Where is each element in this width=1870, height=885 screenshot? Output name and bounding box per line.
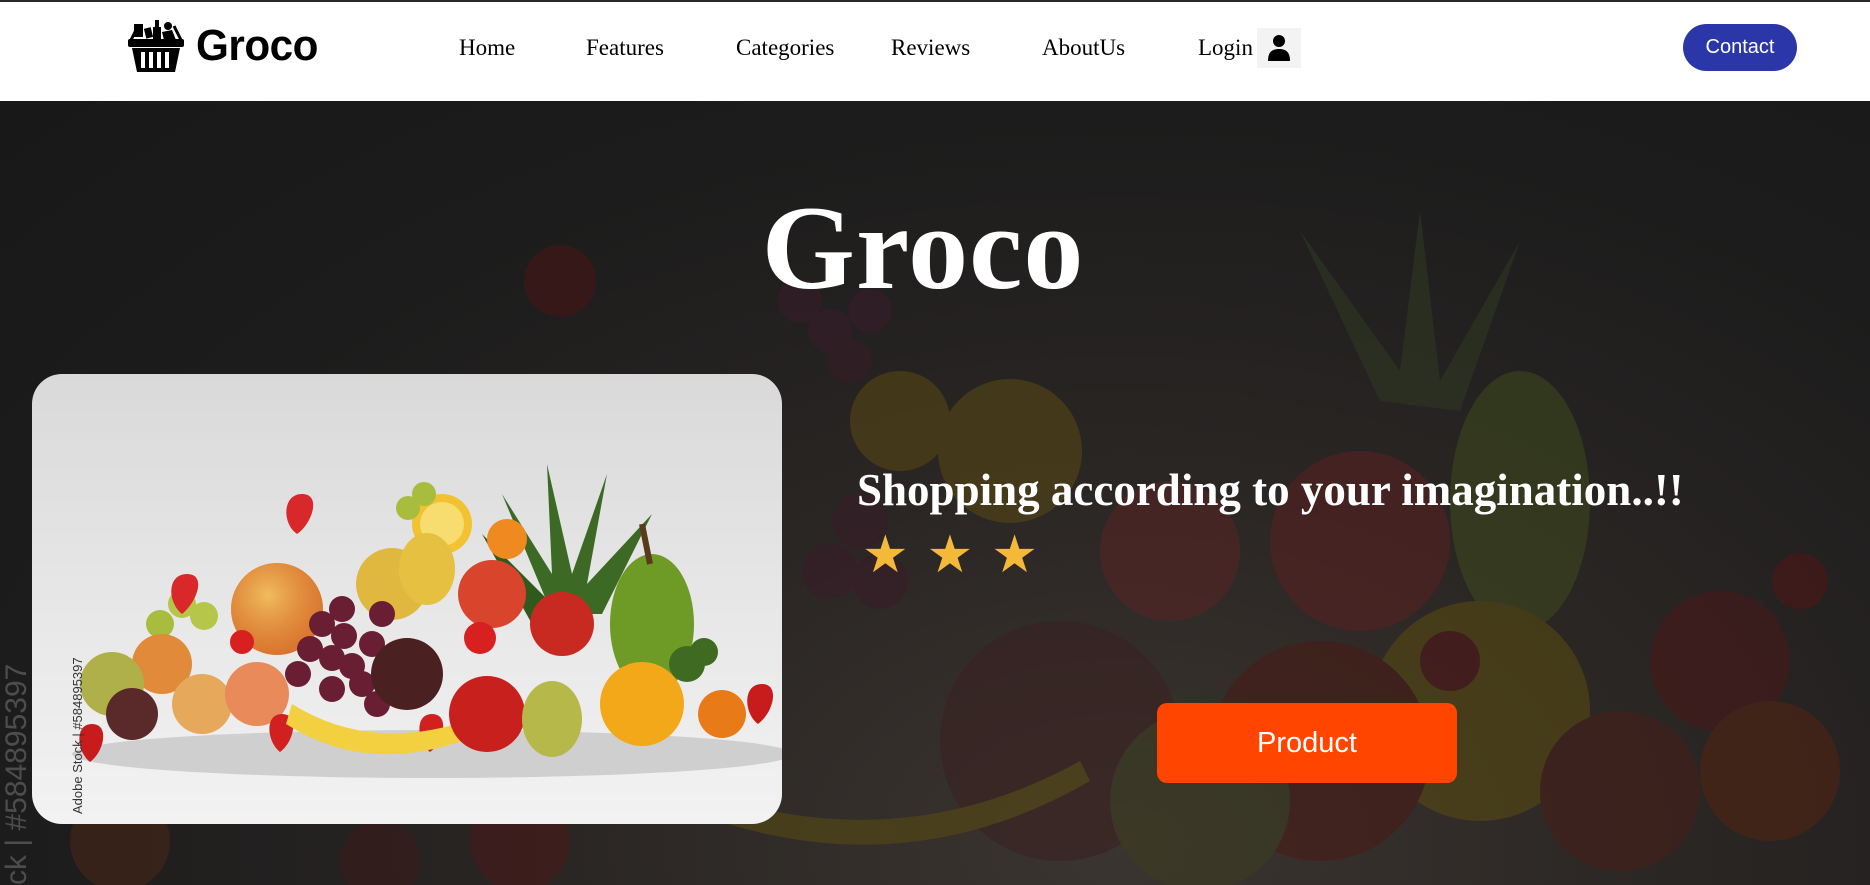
edge-watermark: ck | #584895397 (0, 663, 33, 885)
star-rating: ★ ★ ★ (862, 525, 1056, 585)
user-icon[interactable] (1256, 28, 1301, 68)
brand-name: Groco (196, 21, 318, 70)
star-icon: ★ (991, 525, 1038, 585)
nav-link-features[interactable]: Features (586, 35, 736, 61)
star-icon: ★ (862, 525, 909, 585)
nav-link-reviews[interactable]: Reviews (891, 35, 1042, 61)
product-button[interactable]: Product (1157, 703, 1457, 783)
contact-button[interactable]: Contact (1683, 24, 1797, 71)
fruit-arrangement-image: Adobe Stock | #584895397 (32, 374, 782, 824)
nav-link-home[interactable]: Home (459, 35, 586, 61)
grocery-basket-icon (128, 20, 184, 72)
fruit-illustration (72, 464, 782, 778)
brand-logo[interactable]: Groco (128, 16, 323, 76)
main-nav: Home Features Categories Reviews AboutUs… (459, 28, 1301, 68)
image-watermark: Adobe Stock | #584895397 (70, 657, 85, 814)
hero-title: Groco (761, 181, 1085, 314)
navbar: Groco Home Features Categories Reviews A… (0, 0, 1870, 101)
login-link[interactable]: Login (1198, 28, 1301, 68)
nav-link-categories[interactable]: Categories (736, 35, 891, 61)
nav-link-aboutus[interactable]: AboutUs (1042, 35, 1198, 61)
hero-tagline: Shopping according to your imagination..… (857, 465, 1684, 515)
hero-section: ck | #584895397 Groco Adobe Stock | #584… (0, 101, 1870, 885)
star-icon: ★ (926, 525, 974, 585)
login-label: Login (1198, 35, 1253, 60)
user-icon-glyph (1267, 35, 1290, 61)
